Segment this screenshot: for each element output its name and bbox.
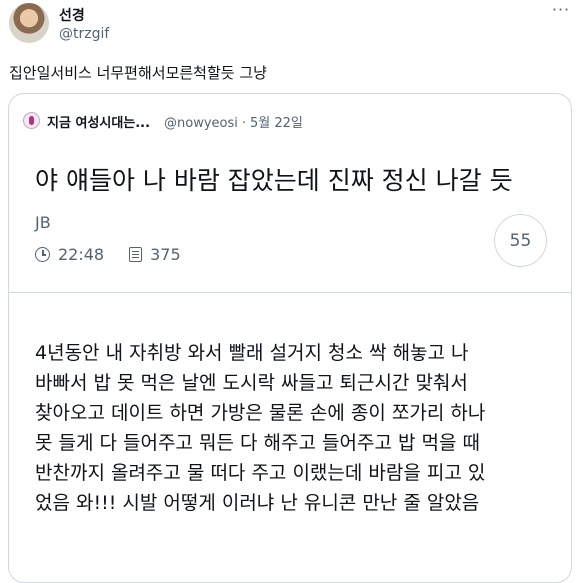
quote-stats: 22:48 375 <box>35 245 181 264</box>
quote-author-label: JB <box>35 213 51 232</box>
quote-card[interactable]: 지금 여성시대는... @nowyeosi · 5월 22일 야 얘들아 나 바람 … <box>8 93 572 583</box>
quote-headline: 야 얘들아 나 바람 잡았는데 진짜 정신 나갈 듯 <box>35 166 513 195</box>
body-line: 반찬까지 올려주고 물 떠다 주고 이랬는데 바람을 피고 있 <box>35 462 486 484</box>
author-handle[interactable]: @trzgif <box>59 26 109 42</box>
divider <box>9 292 571 293</box>
quote-date[interactable]: 5월 22일 <box>250 116 303 131</box>
tweet-text: 집안일서비스 너무편해서모른척할듯 그냥 <box>9 64 267 82</box>
more-horizontal-icon[interactable]: ··· <box>550 2 572 20</box>
quote-author-name[interactable]: 지금 여성시대는... <box>47 112 150 131</box>
meta-separator: · <box>241 116 246 131</box>
quote-meta: @nowyeosi · 5월 22일 <box>164 112 307 131</box>
body-line: 바빠서 밥 못 먹은 날엔 도시락 싸들고 퇴근시간 맞춰서 <box>35 372 468 394</box>
quote-time: 22:48 <box>58 245 105 264</box>
quote-body: 4년동안 내 자취방 와서 빨래 설거지 청소 싹 해놓고 나 바빠서 밥 못 … <box>35 338 555 518</box>
quote-author-handle[interactable]: @nowyeosi <box>164 116 238 131</box>
avatar[interactable] <box>9 3 49 43</box>
list-icon <box>129 247 143 262</box>
comment-count-badge[interactable]: 55 <box>494 214 547 267</box>
body-line: 었음 와!!! 시발 어떻게 이러냐 난 유니콘 만난 줄 알았음 <box>35 492 480 514</box>
author-name[interactable]: 선경 <box>59 5 85 25</box>
clock-icon <box>35 247 50 262</box>
quote-avatar[interactable] <box>23 112 40 129</box>
quote-view-count: 375 <box>150 245 181 264</box>
body-line: 못 들게 다 들어주고 뭐든 다 해주고 들어주고 밥 먹을 때 <box>35 432 480 454</box>
body-line: 4년동안 내 자취방 와서 빨래 설거지 청소 싹 해놓고 나 <box>35 342 469 364</box>
body-line: 찾아오고 데이트 하면 가방은 물론 손에 종이 쪼가리 하나 <box>35 402 486 424</box>
